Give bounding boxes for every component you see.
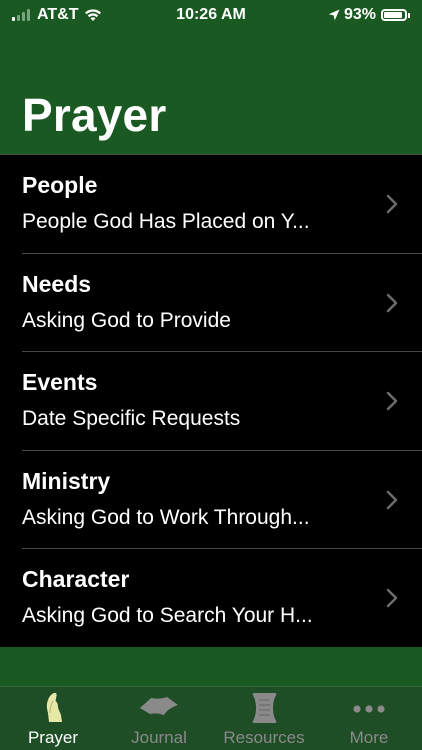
tab-more[interactable]: More bbox=[340, 687, 398, 750]
list-item-title: Events bbox=[22, 369, 98, 396]
category-list: People People God Has Placed on Y... Nee… bbox=[0, 154, 422, 647]
battery-fill bbox=[384, 12, 403, 18]
list-item-subtitle: Date Specific Requests bbox=[22, 407, 241, 431]
scroll-icon bbox=[214, 691, 314, 723]
list-item-people[interactable]: People People God Has Placed on Y... bbox=[0, 155, 422, 254]
list-item-title: Needs bbox=[22, 270, 92, 297]
tab-label: Prayer bbox=[27, 728, 79, 747]
list-item-events[interactable]: Events Date Specific Requests bbox=[0, 352, 422, 451]
chevron-right-icon bbox=[386, 194, 398, 214]
list-item-needs[interactable]: Needs Asking God to Provide bbox=[0, 254, 422, 353]
chevron-right-icon bbox=[386, 293, 398, 313]
list-item-ministry[interactable]: Ministry Asking God to Work Through... bbox=[0, 451, 422, 550]
more-dots-icon bbox=[340, 691, 398, 723]
status-bar: AT&T 10:26 AM 93% bbox=[0, 0, 422, 30]
chevron-right-icon bbox=[386, 391, 398, 411]
tab-resources[interactable]: Resources bbox=[214, 687, 314, 750]
list-item-subtitle: People God Has Placed on Y... bbox=[22, 210, 310, 233]
tab-journal[interactable]: Journal bbox=[120, 687, 198, 750]
location-arrow-icon bbox=[328, 9, 340, 21]
list-item-title: People bbox=[22, 172, 98, 198]
list-item-subtitle: Asking God to Work Through... bbox=[22, 505, 310, 529]
list-item-subtitle: Asking God to Provide bbox=[22, 308, 231, 332]
tab-label: Resources bbox=[223, 728, 305, 747]
status-right: 93% bbox=[328, 6, 410, 24]
chevron-right-icon bbox=[386, 588, 398, 608]
battery-icon bbox=[381, 9, 407, 21]
list-item-character[interactable]: Character Asking God to Search Your H... bbox=[0, 549, 422, 648]
tab-prayer[interactable]: Prayer bbox=[16, 687, 90, 750]
battery-cap bbox=[408, 12, 410, 18]
chevron-right-icon bbox=[386, 490, 398, 510]
praying-hands-icon bbox=[16, 691, 90, 723]
page-title: Prayer bbox=[22, 89, 167, 141]
tab-label: Journal bbox=[131, 728, 187, 747]
book-icon bbox=[120, 691, 198, 723]
list-item-title: Character bbox=[22, 566, 130, 593]
list-item-subtitle: Asking God to Search Your H... bbox=[22, 604, 313, 628]
tab-label: More bbox=[349, 728, 389, 747]
battery-percent: 93% bbox=[343, 6, 376, 23]
list-item-title: Ministry bbox=[22, 467, 111, 494]
tab-bar: Prayer Journal Resources More bbox=[0, 686, 422, 750]
